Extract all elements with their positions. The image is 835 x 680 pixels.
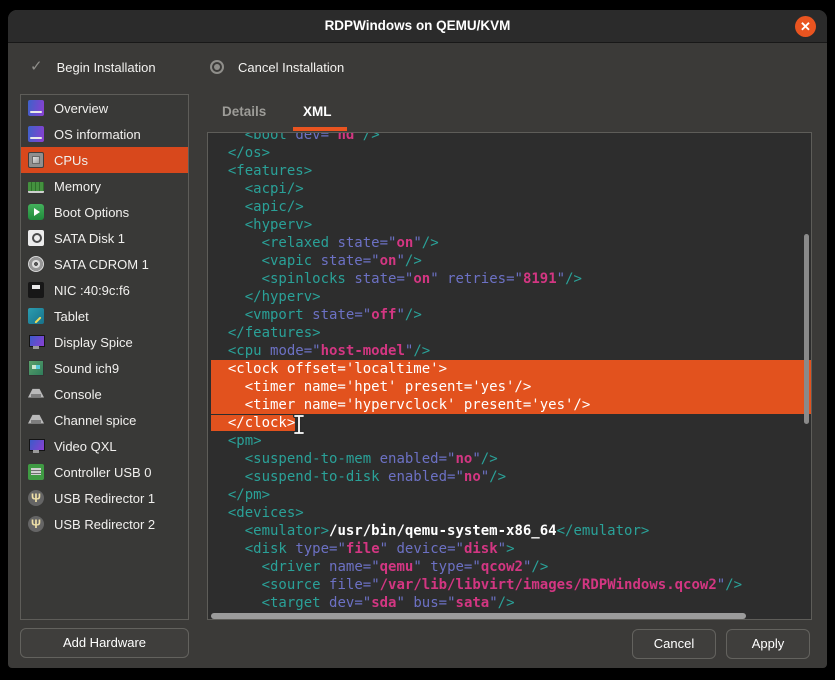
sidebar-item-label: SATA CDROM 1 — [54, 257, 149, 272]
selection-highlight: </clock> — [211, 415, 295, 431]
close-icon[interactable]: ✕ — [795, 16, 816, 37]
sidebar-item-label: Video QXL — [54, 439, 117, 454]
text-cursor-ibeam — [292, 414, 306, 435]
sidebar-item-label: Controller USB 0 — [54, 465, 152, 480]
xml-line[interactable]: <hyperv> — [211, 216, 811, 234]
xml-line[interactable]: <vmport state="off"/> — [211, 306, 811, 324]
xml-line[interactable]: </pm> — [211, 486, 811, 504]
sidebar-item-label: NIC :40:9c:f6 — [54, 283, 130, 298]
sidebar-item-sata-disk-1[interactable]: SATA Disk 1 — [21, 225, 188, 251]
xml-line[interactable]: <spinlocks state="on" retries="8191"/> — [211, 270, 811, 288]
xml-line[interactable]: <acpi/> — [211, 180, 811, 198]
sidebar-item-memory[interactable]: Memory — [21, 173, 188, 199]
os-info-icon — [28, 126, 44, 142]
memory-icon — [28, 182, 44, 193]
xml-line[interactable]: <suspend-to-disk enabled="no"/> — [211, 468, 811, 486]
channel-icon — [28, 412, 44, 428]
apply-button[interactable]: Apply — [726, 629, 810, 659]
xml-line[interactable]: <suspend-to-mem enabled="no"/> — [211, 450, 811, 468]
vm-details-window: RDPWindows on QEMU/KVM ✕ ✓ Begin Install… — [8, 10, 827, 668]
xml-line[interactable]: <features> — [211, 162, 811, 180]
cdrom-icon — [28, 256, 44, 272]
sidebar-item-label: Overview — [54, 101, 108, 116]
sidebar-item-label: Memory — [54, 179, 101, 194]
xml-line[interactable]: <clock offset='localtime'> — [211, 360, 811, 378]
usb-icon — [28, 490, 44, 506]
xml-code: <boot dev="hd"/> </os> <features> <acpi/… — [211, 132, 811, 620]
xml-line[interactable]: </hyperv> — [211, 288, 811, 306]
begin-installation-button[interactable]: ✓ Begin Installation — [30, 54, 156, 80]
sidebar-item-display-spice[interactable]: Display Spice — [21, 329, 188, 355]
sidebar-item-console[interactable]: Console — [21, 381, 188, 407]
check-icon: ✓ — [30, 59, 43, 75]
xml-editor[interactable]: <boot dev="hd"/> </os> <features> <acpi/… — [207, 132, 812, 620]
sidebar-item-label: Sound ich9 — [54, 361, 119, 376]
xml-line[interactable]: <emulator>/usr/bin/qemu-system-x86_64</e… — [211, 522, 811, 540]
sidebar-item-label: Tablet — [54, 309, 89, 324]
xml-line[interactable]: <relaxed state="on"/> — [211, 234, 811, 252]
sidebar-item-usb-redirector-2[interactable]: USB Redirector 2 — [21, 511, 188, 537]
video-icon — [28, 438, 44, 454]
xml-line[interactable]: <apic/> — [211, 198, 811, 216]
sidebar-item-label: SATA Disk 1 — [54, 231, 125, 246]
xml-line[interactable]: <vapic state="on"/> — [211, 252, 811, 270]
display-icon — [28, 334, 44, 350]
hardware-list: Overview OS information CPUs Memory Boot Opt… — [20, 94, 189, 620]
sidebar-item-tablet[interactable]: Tablet — [21, 303, 188, 329]
xml-line[interactable]: <timer name='hypervclock' present='yes'/… — [211, 396, 811, 414]
sidebar-item-video-qxl[interactable]: Video QXL — [21, 433, 188, 459]
console-icon — [28, 386, 44, 402]
boot-options-icon — [28, 204, 44, 220]
cancel-button[interactable]: Cancel — [632, 629, 716, 659]
xml-line[interactable]: <timer name='hpet' present='yes'/> — [211, 378, 811, 396]
sidebar-item-label: Display Spice — [54, 335, 133, 350]
nic-icon — [28, 282, 44, 298]
begin-installation-label: Begin Installation — [57, 60, 156, 75]
sidebar-item-label: Channel spice — [54, 413, 136, 428]
add-hardware-button[interactable]: Add Hardware — [20, 628, 189, 658]
xml-line[interactable]: </os> — [211, 144, 811, 162]
xml-line[interactable]: <source file="/var/lib/libvirt/images/RD… — [211, 576, 811, 594]
sidebar-item-label: USB Redirector 2 — [54, 517, 155, 532]
sidebar-item-cpus[interactable]: CPUs — [21, 147, 188, 173]
sidebar-item-label: Console — [54, 387, 102, 402]
tab-details[interactable]: Details — [222, 104, 266, 124]
usb-icon — [28, 516, 44, 532]
sidebar-item-boot-options[interactable]: Boot Options — [21, 199, 188, 225]
tab-xml[interactable]: XML — [303, 104, 332, 124]
cancel-installation-label: Cancel Installation — [238, 60, 344, 75]
xml-line[interactable]: <devices> — [211, 504, 811, 522]
cancel-installation-button[interactable]: Cancel Installation — [210, 54, 344, 80]
tablet-icon — [28, 308, 44, 324]
sidebar-item-sound-ich9[interactable]: Sound ich9 — [21, 355, 188, 381]
sidebar-item-usb-redirector-1[interactable]: USB Redirector 1 — [21, 485, 188, 511]
window-title: RDPWindows on QEMU/KVM — [8, 10, 827, 42]
sidebar-item-label: Boot Options — [54, 205, 129, 220]
sidebar-item-sata-cdrom-1[interactable]: SATA CDROM 1 — [21, 251, 188, 277]
overview-icon — [28, 100, 44, 116]
titlebar: RDPWindows on QEMU/KVM ✕ — [8, 10, 827, 43]
controller-icon — [28, 464, 44, 480]
sidebar-item-controller-usb-0[interactable]: Controller USB 0 — [21, 459, 188, 485]
disk-icon — [28, 230, 44, 246]
xml-line[interactable]: <target dev="sda" bus="sata"/> — [211, 594, 811, 612]
xml-line[interactable]: </features> — [211, 324, 811, 342]
sidebar-item-label: CPUs — [54, 153, 88, 168]
xml-line[interactable]: <driver name="qemu" type="qcow2"/> — [211, 558, 811, 576]
record-circle-icon — [210, 60, 224, 74]
cpu-icon — [28, 152, 44, 168]
horizontal-scrollbar[interactable] — [211, 613, 746, 619]
sidebar-item-label: OS information — [54, 127, 141, 142]
sidebar-item-nic-40-9c-f6[interactable]: NIC :40:9c:f6 — [21, 277, 188, 303]
sound-icon — [28, 360, 44, 376]
sidebar-item-channel-spice[interactable]: Channel spice — [21, 407, 188, 433]
vertical-scrollbar[interactable] — [804, 234, 809, 424]
xml-line[interactable]: <disk type="file" device="disk"> — [211, 540, 811, 558]
sidebar-item-label: USB Redirector 1 — [54, 491, 155, 506]
active-tab-underline — [293, 127, 347, 131]
xml-line[interactable]: <boot dev="hd"/> — [211, 132, 811, 144]
sidebar-item-os-information[interactable]: OS information — [21, 121, 188, 147]
sidebar-item-overview[interactable]: Overview — [21, 95, 188, 121]
xml-line[interactable]: <cpu mode="host-model"/> — [211, 342, 811, 360]
